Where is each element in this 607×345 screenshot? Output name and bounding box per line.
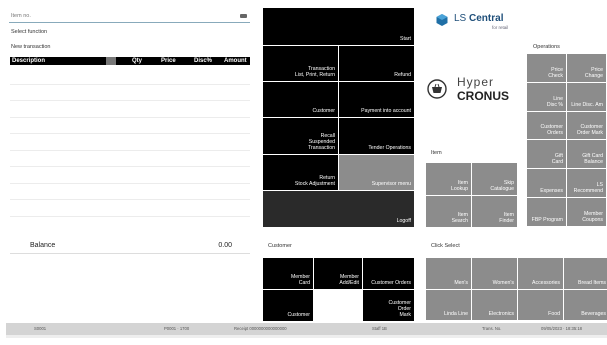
tender-operations-button[interactable]: Tender Operations <box>339 118 414 154</box>
click-select-grid: Men's Women's Accessories Bread Items Linda … <box>426 258 607 321</box>
status-terminal: P0001 · 1700 <box>164 326 190 331</box>
operations-button[interactable]: LS Recommend <box>567 169 606 197</box>
ls-central-logo: LS Central for retail <box>436 11 526 33</box>
click-select-button[interactable]: Electronics <box>472 289 517 320</box>
select-function-label: Select function <box>11 29 48 35</box>
operations-button[interactable]: Line Disc % <box>527 82 566 111</box>
row-divider <box>10 150 250 151</box>
click-select-button[interactable]: Accessories <box>518 258 563 289</box>
status-trans: Trans. No. <box>482 326 502 331</box>
cronus-text: CRONUS <box>457 89 510 103</box>
balance-row: Balance 0.00 <box>10 238 250 254</box>
keyboard-icon[interactable] <box>240 14 247 18</box>
operations-button[interactable]: Customer Orders <box>527 111 566 140</box>
status-receipt: Receipt 0000000000000000 <box>234 326 287 331</box>
status-datetime: 09/05/2023 · 18:35:18 <box>541 326 582 331</box>
operations-button[interactable]: Price Change <box>567 54 606 82</box>
customer-section-title: Customer <box>268 243 292 249</box>
click-select-button[interactable]: Bread Items <box>564 258 607 289</box>
operations-button[interactable]: Gift Card Balance <box>567 140 606 169</box>
ls-brand-text: LS <box>454 13 470 24</box>
shopping-basket-icon <box>427 79 447 99</box>
status-bar: S0001 P0001 · 1700 Receipt 0000000000000… <box>6 323 607 335</box>
logoff-button[interactable]: Logoff <box>263 191 414 227</box>
item-input-placeholder: Item no. <box>11 13 31 19</box>
hexagon-logo-icon <box>436 13 448 26</box>
row-divider <box>10 183 250 184</box>
transaction-table-header: Description Qty Price Disc% Amount <box>10 57 250 65</box>
item-search-button[interactable]: Item Search <box>426 196 471 227</box>
member-add-edit-button[interactable]: Member Add/Edit <box>314 258 362 289</box>
item-section-title: Item <box>431 150 442 156</box>
new-transaction-label: New transaction <box>11 44 51 50</box>
click-select-button[interactable]: Men's <box>426 258 471 289</box>
row-divider <box>10 216 250 217</box>
status-staff: Staff 1B <box>372 326 387 331</box>
column-price: Price <box>161 58 176 64</box>
refund-button[interactable]: Refund <box>339 46 414 81</box>
operations-button[interactable]: Price Check <box>527 54 566 82</box>
hyper-cronus-logo: Hyper CRONUS <box>427 75 522 105</box>
hyper-text: Hyper <box>457 75 495 89</box>
item-finder-button[interactable]: Item Finder <box>472 196 517 227</box>
item-lookup-button[interactable]: Item Lookup <box>426 163 471 195</box>
ls-brand-bold: Central <box>469 13 504 24</box>
click-select-button[interactable]: Beverages <box>564 289 607 320</box>
column-amount: Amount <box>224 58 247 64</box>
status-bar-shadow <box>6 335 607 338</box>
row-divider <box>10 166 250 167</box>
click-select-button[interactable]: Linda Line <box>426 289 471 320</box>
column-description: Description <box>12 58 46 64</box>
click-select-button[interactable]: Food <box>518 289 563 320</box>
click-select-section-title: Click Select <box>431 243 460 249</box>
supervisor-menu-button[interactable]: Supervisor menu <box>339 155 414 190</box>
payment-into-account-button[interactable]: Payment into account <box>339 82 414 117</box>
operations-button[interactable]: Member Coupons <box>567 198 606 226</box>
row-divider <box>10 100 250 101</box>
operations-button[interactable]: Expenses <box>527 169 566 197</box>
skip-catalogue-button[interactable]: Skip Catalogue <box>472 163 517 195</box>
operations-button[interactable]: Gift Card <box>527 140 566 169</box>
row-divider <box>10 84 250 85</box>
operations-button[interactable]: FBP Program <box>527 198 566 226</box>
column-qty: Qty <box>132 58 143 64</box>
customer-button[interactable]: Customer <box>263 82 338 117</box>
customer-orders-button[interactable]: Customer Orders <box>363 258 414 289</box>
row-divider <box>10 133 250 134</box>
click-select-button[interactable]: Women's <box>472 258 517 289</box>
customer-lookup-button[interactable]: Customer <box>263 290 313 321</box>
customer-order-mark-button[interactable]: Customer Order Mark <box>363 290 414 321</box>
operations-grid: Price Check Price Change Line Disc % Line D… <box>527 54 607 227</box>
column-disc: Disc% <box>194 58 213 64</box>
operations-section-title: Operations <box>533 44 560 50</box>
row-divider <box>10 117 250 118</box>
status-store: S0001 <box>34 326 47 331</box>
operations-button[interactable]: Line Disc. Am <box>567 82 606 111</box>
balance-value: 0.00 <box>218 242 232 249</box>
transaction-button[interactable]: Transaction List, Print, Return <box>263 46 338 81</box>
operations-button[interactable]: Customer Order Mark <box>567 111 606 140</box>
header-gray-band <box>106 57 116 65</box>
member-card-button[interactable]: Member Card <box>263 258 313 289</box>
ls-sub-text: for retail <box>492 25 509 30</box>
start-button[interactable]: Start <box>263 8 414 45</box>
recall-suspended-button[interactable]: Recall Suspended Transaction <box>263 118 338 154</box>
balance-label: Balance <box>30 242 56 249</box>
item-input[interactable]: Item no. <box>9 10 250 23</box>
return-stock-adjustment-button[interactable]: Return Stock Adjustment <box>263 155 338 190</box>
row-divider <box>10 199 250 200</box>
